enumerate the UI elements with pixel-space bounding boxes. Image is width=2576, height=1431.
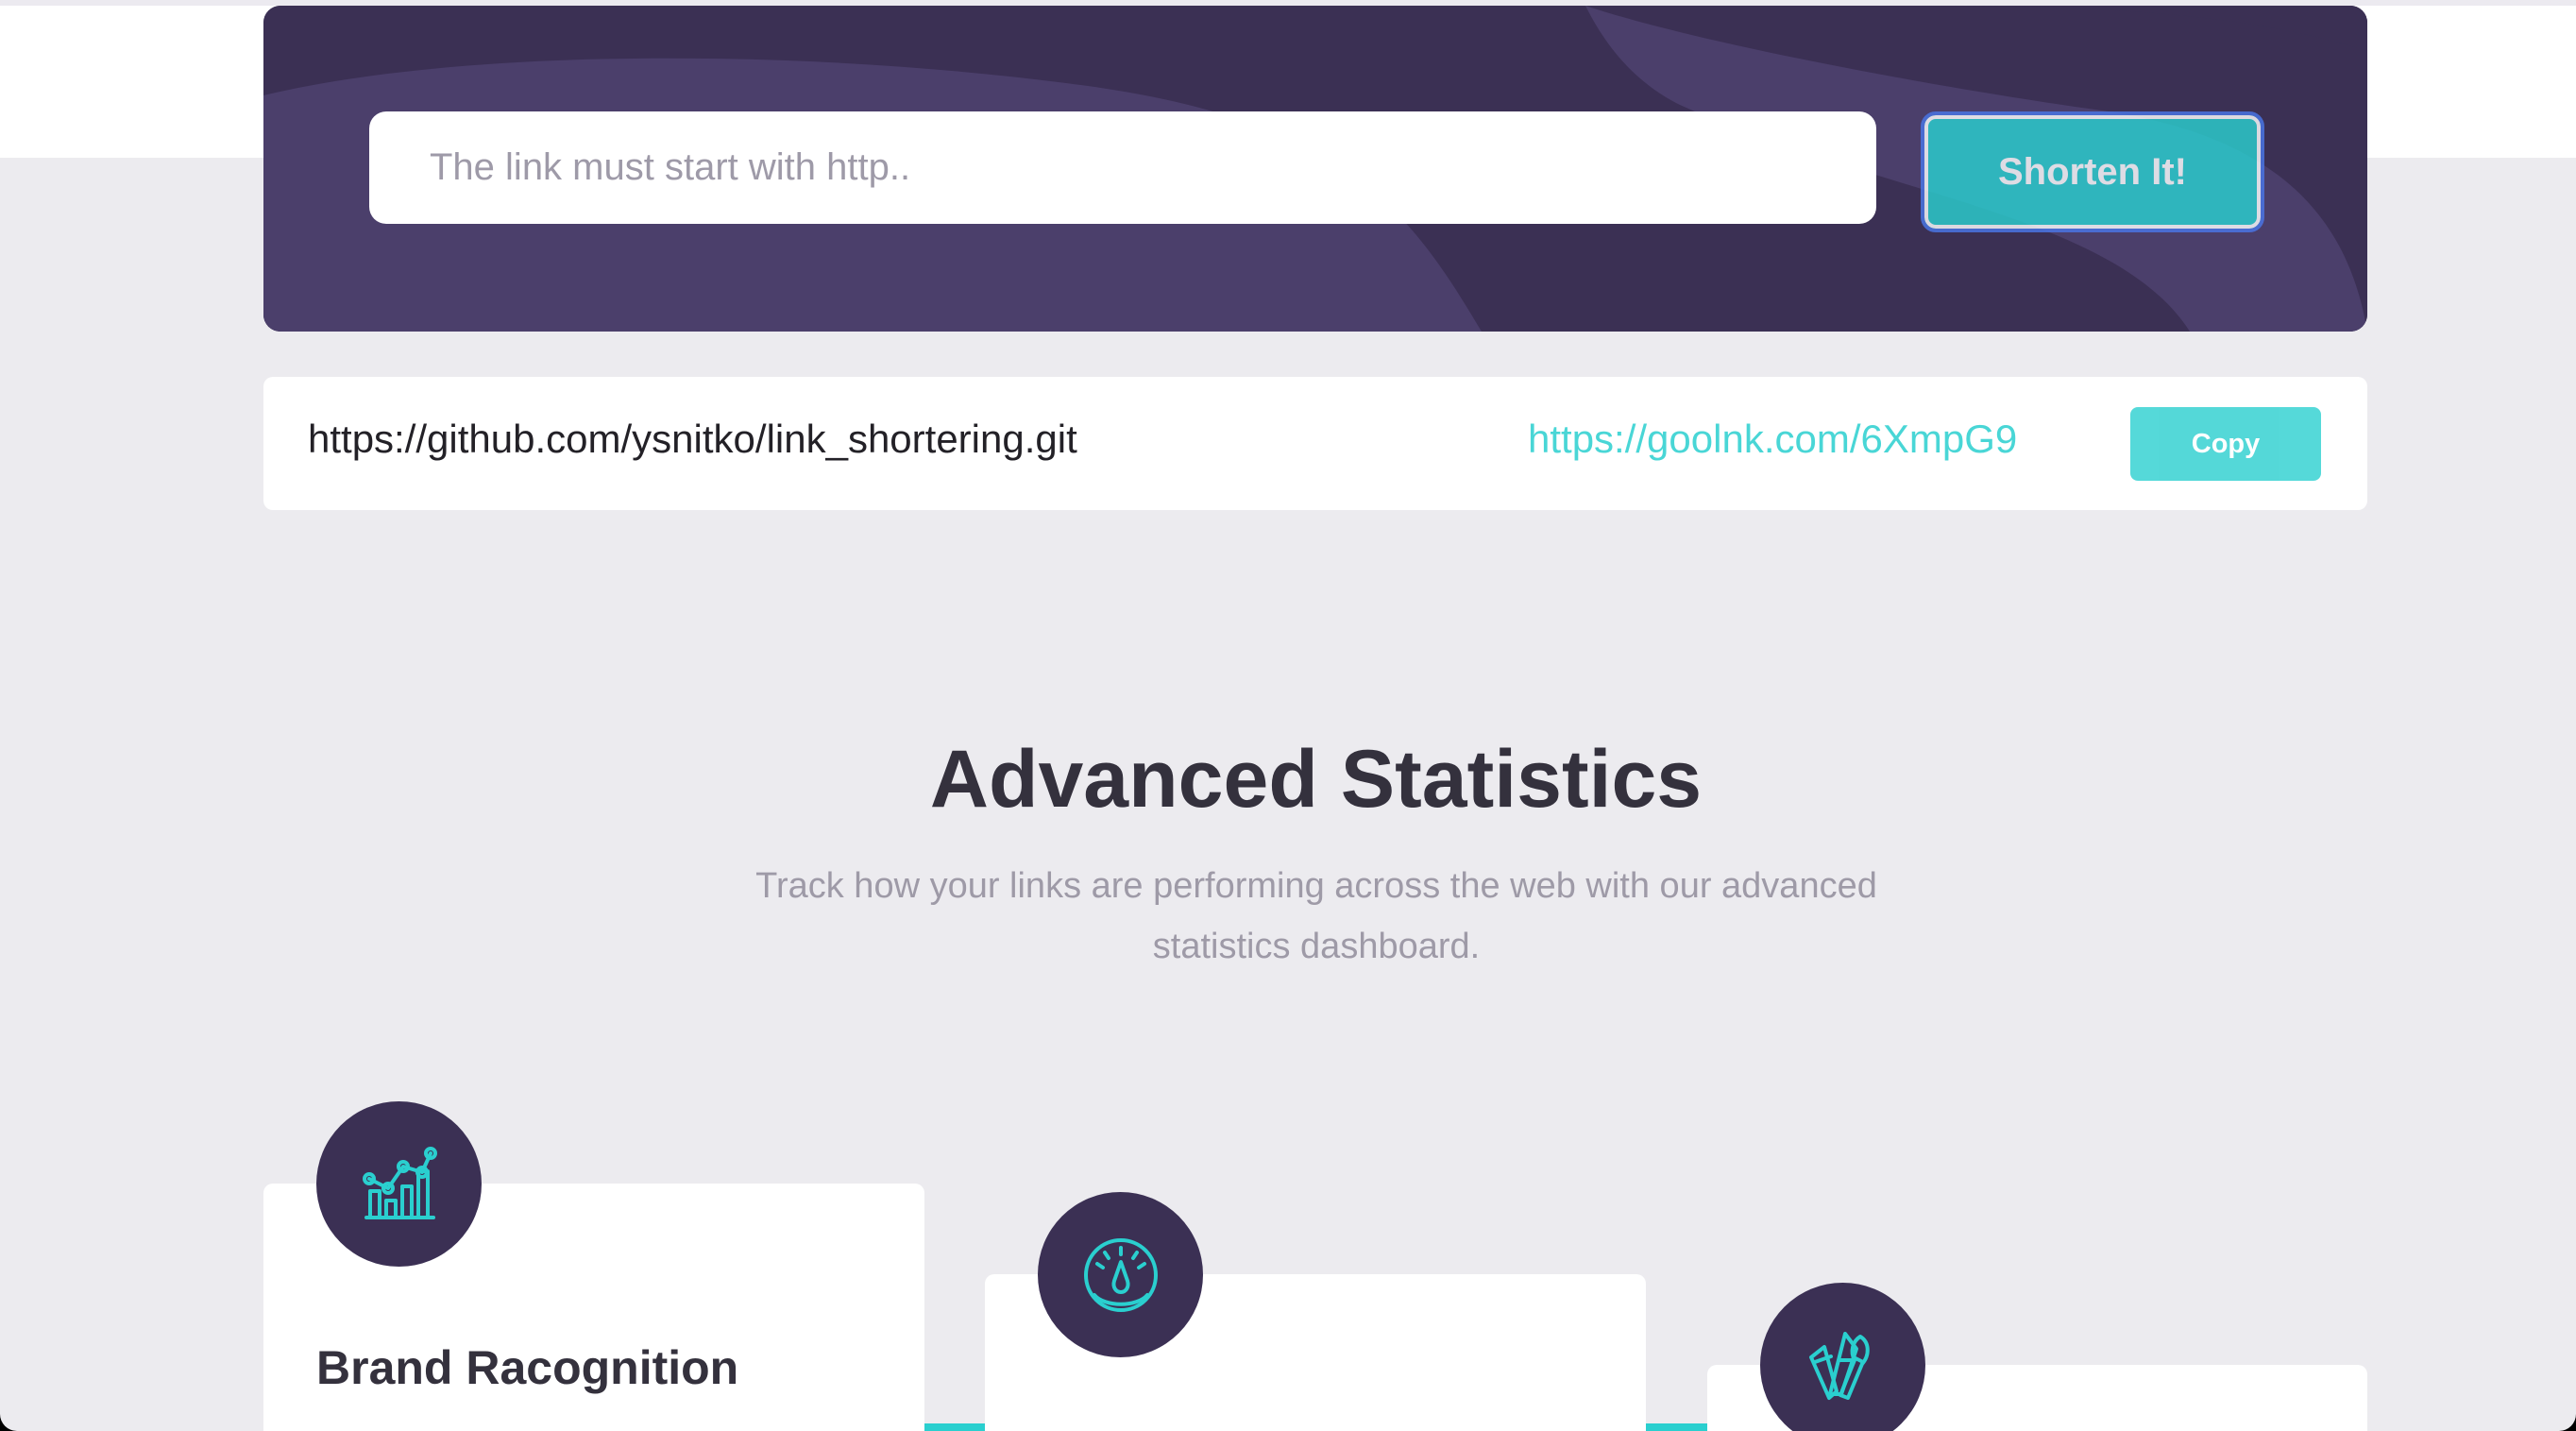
- statistics-connector-line: [924, 1423, 985, 1431]
- pen-brush-icon: [1808, 1331, 1870, 1400]
- brand-recognition-chart-icon: [362, 1146, 437, 1219]
- copy-button[interactable]: Copy: [2130, 407, 2321, 481]
- speedometer-icon: [1083, 1237, 1158, 1312]
- original-url: https://github.com/ysnitko/link_shorteri…: [308, 417, 1077, 461]
- link-input[interactable]: [369, 111, 1876, 224]
- statistics-connector-line: [1646, 1423, 1707, 1431]
- advanced-statistics-description: Track how your links are performing acro…: [755, 866, 1877, 966]
- detailed-records-icon-circle: [1038, 1192, 1203, 1357]
- advanced-statistics-title: Advanced Statistics: [929, 734, 1703, 825]
- browser-viewport: Shorten It! https://github.com/ysnitko/l…: [0, 0, 2576, 1431]
- shorten-button[interactable]: Shorten It!: [1921, 111, 2264, 232]
- brand-recognition-icon-circle: [316, 1101, 482, 1267]
- short-url-link[interactable]: https://goolnk.com/6XmpG9: [1528, 417, 2017, 462]
- customization-icon-circle: [1760, 1283, 1925, 1431]
- shorten-link-panel: Shorten It!: [263, 6, 2367, 332]
- brand-recognition-title: Brand Racognition: [316, 1341, 739, 1394]
- shortened-link-result: https://github.com/ysnitko/link_shorteri…: [263, 377, 2367, 510]
